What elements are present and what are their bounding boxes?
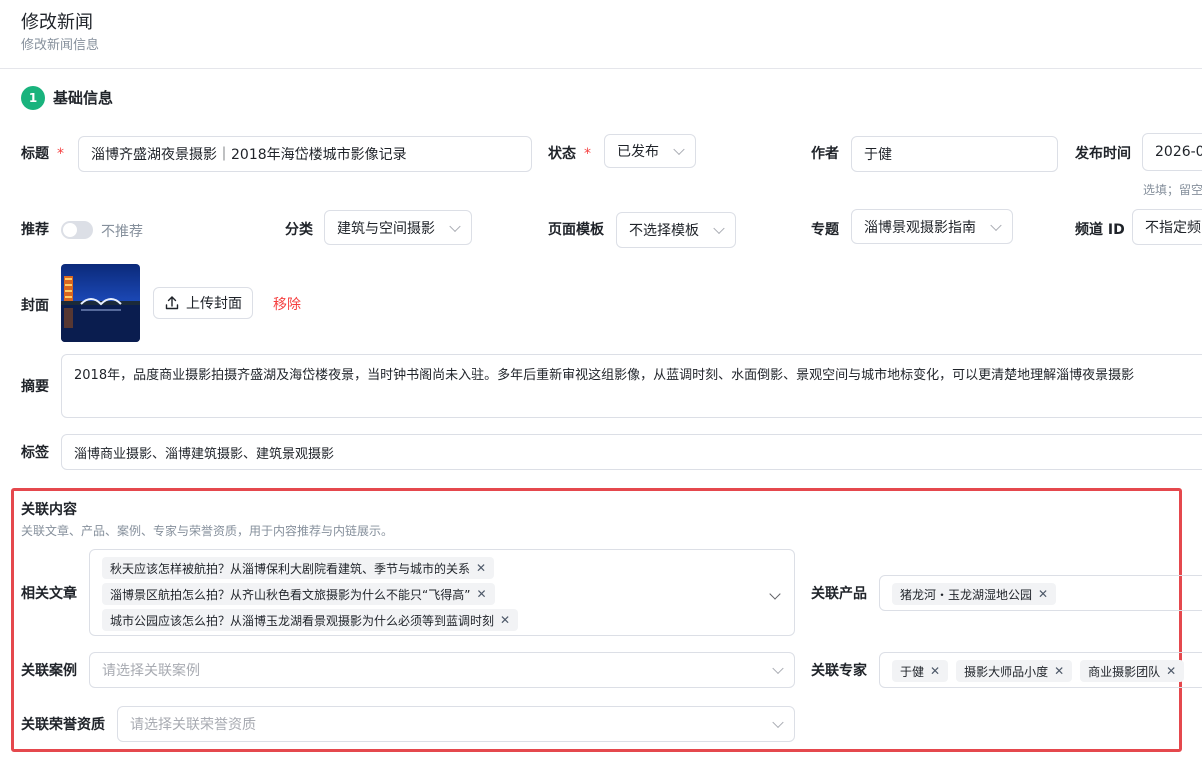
topic-label: 专题 [811, 222, 839, 238]
section-title: 基础信息 [53, 89, 114, 107]
cover-label: 封面 [21, 298, 49, 314]
chevron-down-icon [772, 716, 784, 729]
category-label: 分类 [285, 222, 313, 238]
upload-cover-button[interactable]: 上传封面 [153, 287, 253, 319]
channel-label: 频道 ID [1075, 222, 1125, 238]
author-label: 作者 [811, 146, 839, 162]
related-products-select[interactable]: 猪龙河・玉龙湖湿地公园 ✕ [879, 575, 1202, 611]
header-divider [0, 68, 1202, 69]
related-honors-select[interactable]: 请选择关联荣誉资质 [117, 706, 795, 742]
close-icon[interactable]: ✕ [1054, 664, 1064, 678]
topic-select[interactable]: 淄博景观摄影指南 [851, 209, 1013, 244]
article-tag: 秋天应该怎样被航拍？从淄博保利大剧院看建筑、季节与城市的关系 ✕ [102, 557, 495, 579]
author-input[interactable]: 于健 [851, 136, 1058, 172]
publish-time-input[interactable]: 2026-09 [1142, 133, 1202, 171]
chevron-down-icon [772, 662, 784, 675]
template-label: 页面模板 [548, 222, 604, 238]
related-articles-select[interactable]: 秋天应该怎样被航拍？从淄博保利大剧院看建筑、季节与城市的关系 ✕ 淄博景区航拍怎么… [89, 549, 795, 636]
recommend-toggle[interactable] [61, 221, 93, 239]
tags-input[interactable]: 淄博商业摄影、淄博建筑摄影、建筑景观摄影 [61, 434, 1202, 470]
related-cases-label: 关联案例 [21, 663, 77, 679]
product-tag: 猪龙河・玉龙湖湿地公园 ✕ [892, 583, 1057, 605]
article-tag: 淄博景区航拍怎么拍？从齐山秋色看文旅摄影为什么不能只“飞得高” ✕ [102, 583, 495, 605]
close-icon[interactable]: ✕ [476, 587, 486, 601]
title-input[interactable]: 淄博齐盛湖夜景摄影｜2018年海岱楼城市影像记录 [78, 136, 532, 172]
expert-tag: 商业摄影团队 ✕ [1080, 660, 1185, 682]
related-honors-label: 关联荣誉资质 [21, 717, 105, 733]
upload-icon [165, 296, 179, 310]
chevron-down-icon [769, 588, 781, 600]
related-articles-label: 相关文章 [21, 586, 77, 602]
status-label: 状态 * [548, 146, 591, 162]
chevron-down-icon [713, 222, 725, 235]
publish-time-label: 发布时间 [1075, 146, 1131, 162]
tags-label: 标签 [21, 445, 49, 461]
summary-textarea[interactable]: 2018年，品度商业摄影拍摄齐盛湖及海岱楼夜景，当时钟书阁尚未入驻。多年后重新审… [61, 354, 1202, 418]
related-description: 关联文章、产品、案例、专家与荣誉资质，用于内容推荐与内链展示。 [21, 524, 394, 538]
remove-cover-link[interactable]: 移除 [273, 294, 301, 314]
close-icon[interactable]: ✕ [930, 664, 940, 678]
chevron-down-icon [449, 220, 461, 232]
cover-image [61, 264, 140, 342]
chevron-down-icon [673, 143, 685, 156]
related-cases-select[interactable]: 请选择关联案例 [89, 652, 795, 688]
channel-select[interactable]: 不指定频 [1132, 209, 1202, 245]
recommend-label: 推荐 [21, 222, 49, 238]
recommend-toggle-text: 不推荐 [101, 224, 143, 240]
template-select[interactable]: 不选择模板 [616, 212, 736, 248]
expert-tag: 于健 ✕ [892, 660, 949, 682]
chevron-down-icon [990, 219, 1002, 231]
category-select[interactable]: 建筑与空间摄影 [324, 210, 472, 245]
related-products-label: 关联产品 [811, 586, 867, 602]
publish-time-hint: 选填；留空 [1143, 183, 1202, 197]
article-tag: 城市公园应该怎么拍？从淄博玉龙湖看景观摄影为什么必须等到蓝调时刻 ✕ [102, 609, 519, 631]
close-icon[interactable]: ✕ [476, 561, 486, 575]
status-select[interactable]: 已发布 [604, 134, 696, 168]
close-icon[interactable]: ✕ [500, 613, 510, 627]
related-experts-select[interactable]: 于健 ✕ 摄影大师品小度 ✕ 商业摄影团队 ✕ [879, 652, 1202, 688]
page-subtitle: 修改新闻信息 [21, 38, 100, 53]
summary-label: 摘要 [21, 379, 49, 395]
step-badge: 1 [21, 86, 45, 110]
page-title: 修改新闻 [21, 12, 93, 33]
close-icon[interactable]: ✕ [1038, 587, 1048, 601]
related-title: 关联内容 [21, 502, 77, 518]
close-icon[interactable]: ✕ [1166, 664, 1176, 678]
title-label: 标题 * [21, 146, 64, 162]
expert-tag: 摄影大师品小度 ✕ [956, 660, 1073, 682]
related-experts-label: 关联专家 [811, 663, 867, 679]
expert-tags: 于健 ✕ 摄影大师品小度 ✕ 商业摄影团队 ✕ [892, 660, 1185, 682]
